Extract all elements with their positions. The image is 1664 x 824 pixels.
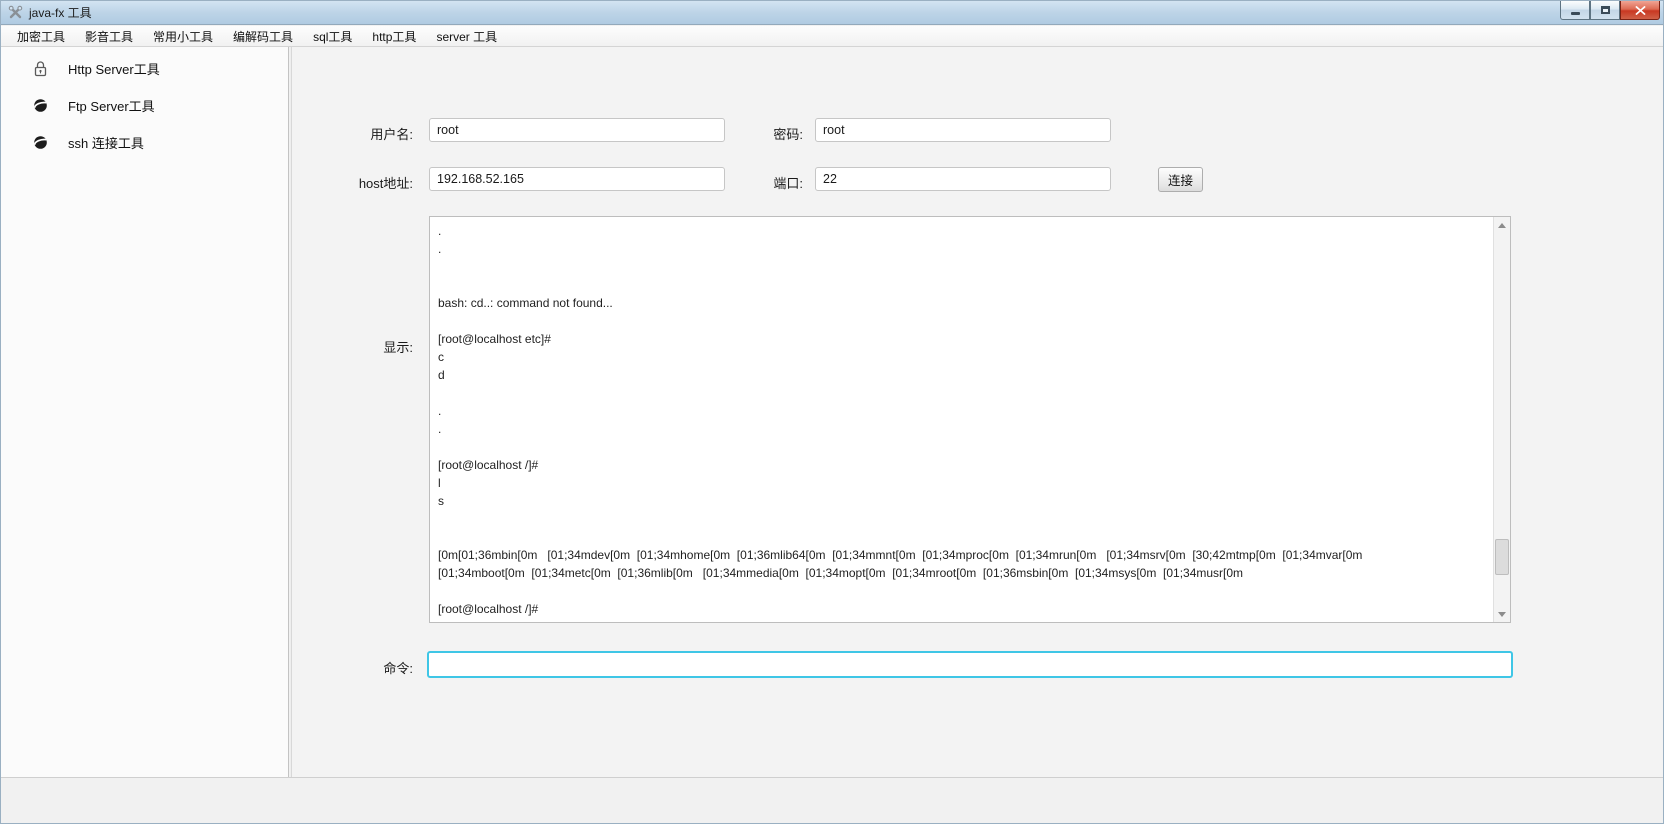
menu-item-server-tools[interactable]: server 工具 [426,26,507,47]
host-label: host地址: [312,173,413,192]
connect-button[interactable]: 连接 [1158,167,1203,192]
minimize-button[interactable] [1560,1,1590,20]
app-tools-icon [8,5,23,20]
menu-item-encrypt-tools[interactable]: 加密工具 [7,26,75,47]
terminal-output-text: . . bash: cd..: command not found... [ro… [430,217,1493,622]
window-bottom-area [1,777,1663,824]
sidebar: Http Server工具 Ftp Server工具 ssh 连接工具 [1,47,289,777]
command-input[interactable] [427,651,1513,678]
window-title: java-fx 工具 [29,4,92,21]
password-label: 密码: [742,124,803,143]
scroll-down-button[interactable] [1494,606,1510,622]
menu-item-http-tools[interactable]: http工具 [362,26,426,47]
lock-icon [33,60,48,77]
sidebar-item-ftp-server[interactable]: Ftp Server工具 [1,93,289,117]
host-input[interactable] [429,167,725,191]
window-controls [1560,1,1660,20]
menu-bar: 加密工具 影音工具 常用小工具 编解码工具 sql工具 http工具 serve… [1,26,1663,47]
username-input[interactable] [429,118,725,142]
vertical-scrollbar[interactable] [1493,217,1510,622]
minimize-icon [1571,12,1580,15]
command-label: 命令: [342,658,413,677]
title-bar: java-fx 工具 [1,1,1663,25]
display-label: 显示: [342,337,413,356]
menu-item-codec-tools[interactable]: 编解码工具 [223,26,303,47]
sidebar-item-ssh-connect[interactable]: ssh 连接工具 [1,130,289,154]
maximize-button[interactable] [1590,1,1620,20]
globe-icon [33,135,48,150]
password-input[interactable] [815,118,1111,142]
sidebar-item-http-server[interactable]: Http Server工具 [1,56,289,80]
arrow-up-icon [1498,223,1506,228]
arrow-down-icon [1498,612,1506,617]
sidebar-item-label: ssh 连接工具 [68,133,144,152]
menu-item-sql-tools[interactable]: sql工具 [303,26,362,47]
menu-item-media-tools[interactable]: 影音工具 [75,26,143,47]
sidebar-item-label: Http Server工具 [68,59,160,78]
scroll-up-button[interactable] [1494,217,1510,233]
username-label: 用户名: [322,124,413,143]
app-window: java-fx 工具 加密工具 影音工具 常用小工具 编解码工具 sql工具 h… [0,0,1664,824]
sidebar-item-label: Ftp Server工具 [68,96,155,115]
terminal-output-area[interactable]: . . bash: cd..: command not found... [ro… [429,216,1511,623]
menu-item-common-tools[interactable]: 常用小工具 [143,26,223,47]
globe-icon [33,98,48,113]
port-input[interactable] [815,167,1111,191]
port-label: 端口: [742,173,803,192]
maximize-icon [1601,6,1610,14]
close-button[interactable] [1620,1,1660,20]
close-icon [1635,6,1646,15]
ssh-tool-panel: 用户名: 密码: host地址: 端口: 连接 显示: . . bash: cd… [292,47,1664,777]
scrollbar-thumb[interactable] [1495,539,1509,575]
